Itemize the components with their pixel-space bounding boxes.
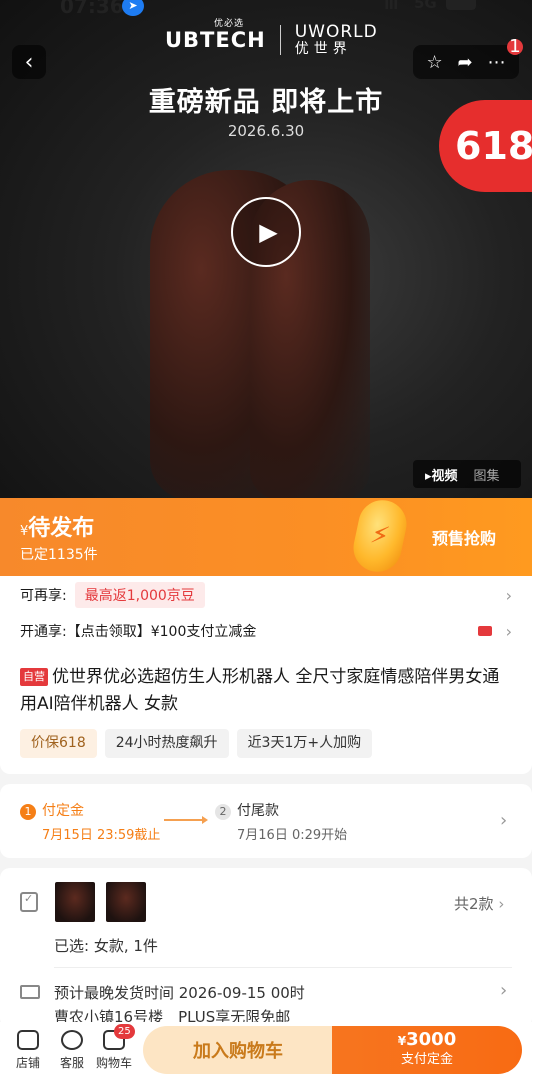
step-number: 2 bbox=[215, 804, 231, 820]
status-time: 07:36 bbox=[60, 0, 124, 18]
add-to-cart-button[interactable]: 加入购物车 bbox=[143, 1026, 333, 1074]
coupon-text: 开通享:【点击领取】¥100支付立减金 bbox=[20, 624, 257, 640]
service-icon bbox=[61, 1030, 83, 1050]
step-balance: 2 付尾款 bbox=[215, 800, 279, 820]
media-switch: ▸视频 图集 bbox=[413, 460, 521, 488]
pay-deposit-button[interactable]: ¥3000 支付定金 bbox=[332, 1026, 522, 1074]
truck-icon bbox=[20, 985, 40, 999]
brand-logo: 优必选 UBTECH UWORLD 优世界 bbox=[165, 19, 378, 60]
location-icon: ➤ bbox=[122, 0, 144, 16]
chevron-right-icon: › bbox=[505, 621, 512, 641]
ship-time[interactable]: 预计最晚发货时间 2026-09-15 00时 bbox=[54, 982, 305, 1003]
network-type: 5G bbox=[414, 0, 437, 12]
step-balance-start: 7月16日 0:29开始 bbox=[237, 828, 348, 843]
message-badge: 1 bbox=[507, 38, 523, 56]
jingdou-tag: 最高返1,000京豆 bbox=[74, 582, 205, 608]
customer-service-button[interactable]: 客服 bbox=[52, 1030, 92, 1071]
chip-price-protect[interactable]: 价保618 bbox=[20, 729, 97, 758]
product-hero-media[interactable]: 07:36 ➤ ııl 5G 优必选 UBTECH UWORLD 优世界 ‹ ☆ … bbox=[0, 0, 532, 498]
signal-icon: ııl bbox=[384, 0, 398, 13]
tab-video[interactable]: ▸视频 bbox=[413, 465, 468, 484]
more-icon[interactable]: ⋯ bbox=[488, 52, 506, 73]
product-chips: 价保618 24小时热度飙升 近3天1万+人加购 bbox=[20, 729, 373, 758]
reserved-count: 已定1135件 bbox=[20, 547, 98, 563]
card-icon bbox=[478, 626, 492, 636]
variant-total[interactable]: 共2款 › bbox=[454, 893, 504, 914]
presale-buy-label: 预售抢购 bbox=[432, 529, 497, 548]
tab-gallery[interactable]: 图集 bbox=[468, 465, 500, 484]
benefit-row-jingdou[interactable]: 可再享: 最高返1,000京豆 › bbox=[20, 580, 512, 610]
selected-variant-text: 已选: 女款, 1件 bbox=[54, 937, 158, 955]
cart-count-badge: 25 bbox=[114, 1024, 135, 1039]
page-edge bbox=[532, 0, 542, 1022]
chevron-right-icon: › bbox=[500, 980, 508, 1001]
arrow-right-icon bbox=[164, 816, 208, 824]
divider bbox=[54, 967, 512, 968]
chip-cart-adds: 近3天1万+人加购 bbox=[236, 729, 373, 758]
benefit-row-coupon[interactable]: 开通享:【点击领取】¥100支付立减金 › bbox=[20, 616, 512, 646]
share-icon[interactable]: ➦ bbox=[458, 52, 473, 73]
step-deposit: 1 付定金 bbox=[20, 800, 84, 820]
store-icon bbox=[17, 1030, 39, 1050]
benefit-label: 可再享: bbox=[20, 588, 67, 604]
play-button[interactable]: ▶ bbox=[231, 197, 301, 267]
store-button[interactable]: 店铺 bbox=[8, 1030, 48, 1071]
product-title: 自营 优世界优必选超仿生人形机器人 全尺寸家庭情感陪伴男女通用AI陪伴机器人 女款 bbox=[20, 667, 500, 714]
ubtech-logo: 优必选 UBTECH bbox=[165, 19, 266, 52]
self-operated-tag: 自营 bbox=[20, 668, 48, 686]
deposit-price: ¥3000 bbox=[397, 1029, 457, 1050]
battery-icon bbox=[446, 0, 476, 10]
presale-status: ¥待发布 bbox=[20, 516, 95, 541]
play-icon: ▶ bbox=[259, 218, 278, 246]
chevron-left-icon: ‹ bbox=[24, 49, 34, 75]
chevron-right-icon: › bbox=[500, 810, 508, 831]
selection-icon bbox=[20, 892, 38, 912]
uworld-logo: UWORLD 优世界 bbox=[294, 21, 378, 57]
chevron-right-icon: › bbox=[498, 895, 505, 913]
status-bar: 07:36 ➤ ııl 5G bbox=[0, 0, 532, 18]
deposit-label: 支付定金 bbox=[400, 1052, 453, 1067]
chip-trending: 24小时热度飙升 bbox=[104, 729, 229, 758]
payment-steps-panel[interactable] bbox=[0, 784, 532, 858]
step-number: 1 bbox=[20, 804, 36, 820]
variant-thumbnail[interactable] bbox=[106, 882, 146, 922]
star-icon[interactable]: ☆ bbox=[426, 52, 442, 73]
top-actions: ☆ ➦ ⋯ 1 bbox=[413, 38, 523, 79]
step-deposit-deadline: 7月15日 23:59截止 bbox=[42, 828, 161, 843]
promo-618-badge: 618 bbox=[439, 100, 532, 192]
back-button[interactable]: ‹ bbox=[12, 45, 46, 79]
brand-divider bbox=[279, 25, 281, 55]
variant-thumbnail[interactable] bbox=[55, 882, 95, 922]
chevron-right-icon: › bbox=[505, 585, 512, 605]
